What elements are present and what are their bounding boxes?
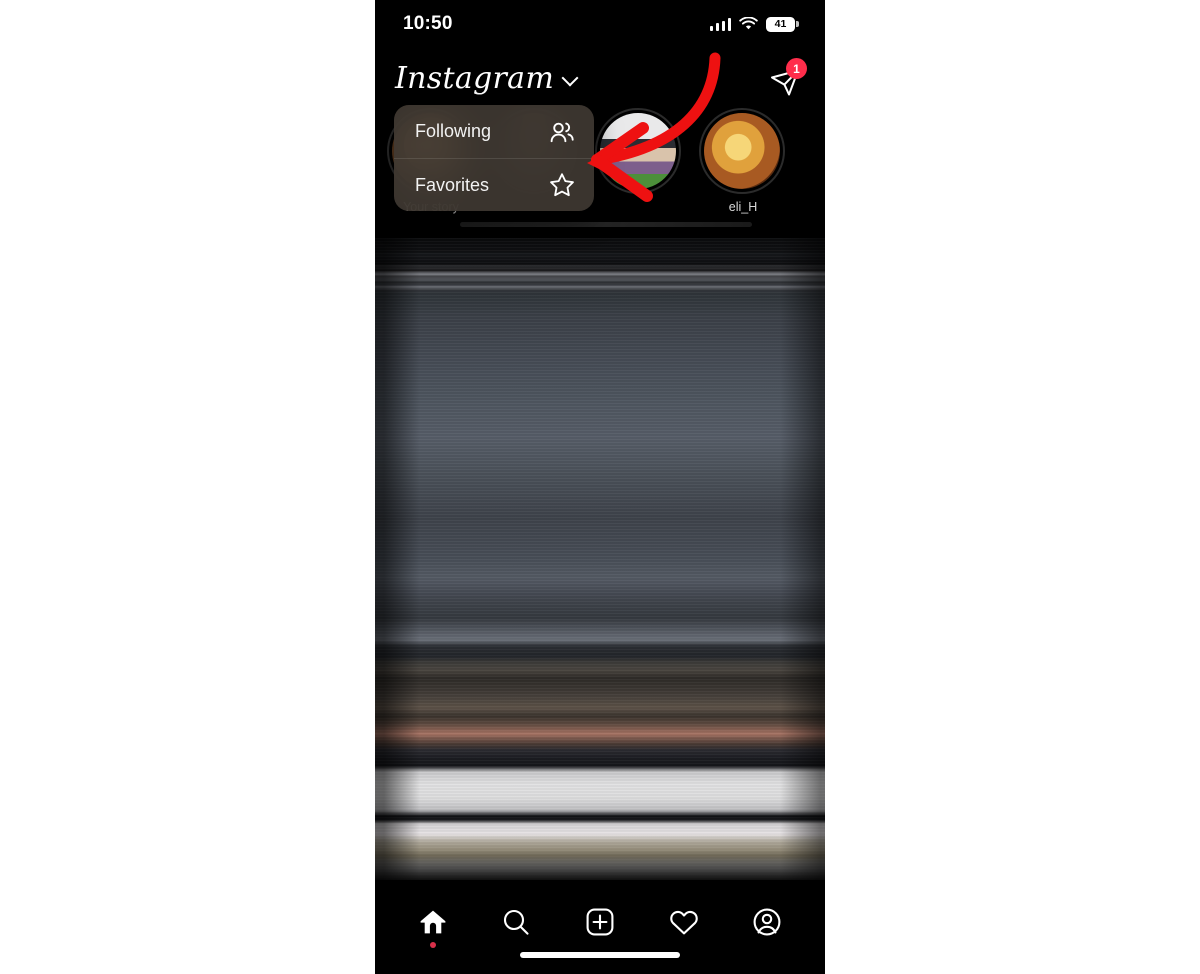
cellular-signal-icon	[709, 17, 731, 31]
feed-switcher-menu[interactable]: Following Favorites	[394, 105, 594, 211]
profile-tab[interactable]	[739, 898, 795, 946]
heart-icon	[669, 910, 698, 934]
search-tab[interactable]	[488, 898, 544, 946]
avatar	[704, 113, 780, 189]
stories-scroll-indicator	[460, 222, 752, 227]
battery-icon: 41	[766, 16, 799, 32]
bottom-tab-bar[interactable]	[375, 880, 825, 974]
feed-switcher-button[interactable]: Instagram	[395, 60, 579, 97]
activity-tab[interactable]	[656, 898, 712, 946]
story-item[interactable]: eli_H	[699, 108, 787, 232]
home-notification-dot	[429, 942, 436, 948]
app-title: Instagram	[395, 60, 555, 96]
search-icon	[504, 909, 529, 935]
menu-item-label: Following	[415, 121, 492, 141]
feed-vignette-layer	[375, 238, 825, 880]
status-bar: 10:50 41	[375, 0, 825, 48]
story-ring[interactable]	[595, 108, 681, 194]
chevron-down-icon[interactable]	[561, 69, 579, 86]
people-icon	[549, 119, 575, 145]
battery-level: 41	[774, 17, 787, 30]
direct-unread-badge: 1	[786, 58, 807, 79]
menu-item-label: Favorites	[415, 174, 490, 195]
story-item[interactable]	[595, 108, 683, 232]
wifi-icon	[739, 17, 758, 30]
story-ring[interactable]	[699, 108, 785, 194]
direct-messages-button[interactable]: 1	[767, 58, 807, 98]
feed-bottom-fade	[375, 834, 825, 880]
menu-item-following[interactable]: Following	[394, 105, 594, 158]
profile-icon	[753, 908, 781, 936]
home-icon	[420, 910, 446, 934]
avatar	[600, 113, 676, 189]
star-icon	[549, 172, 575, 198]
app-header: Instagram 1	[375, 52, 825, 108]
home-tab[interactable]	[405, 898, 461, 948]
create-tab[interactable]	[572, 898, 628, 946]
story-username: eli_H	[728, 200, 758, 214]
screenshot-canvas: 10:50 41 Instagram 1 eli_H Following Fav…	[0, 0, 1200, 974]
status-time: 10:50	[403, 13, 453, 34]
menu-item-favorites[interactable]: Favorites	[394, 158, 594, 211]
home-indicator	[520, 952, 680, 958]
phone-screen: 10:50 41 Instagram 1 eli_H Following Fav…	[375, 0, 825, 974]
plus-square-icon	[586, 908, 614, 936]
status-indicators: 41	[709, 16, 799, 32]
feed-post-image[interactable]	[375, 238, 825, 880]
